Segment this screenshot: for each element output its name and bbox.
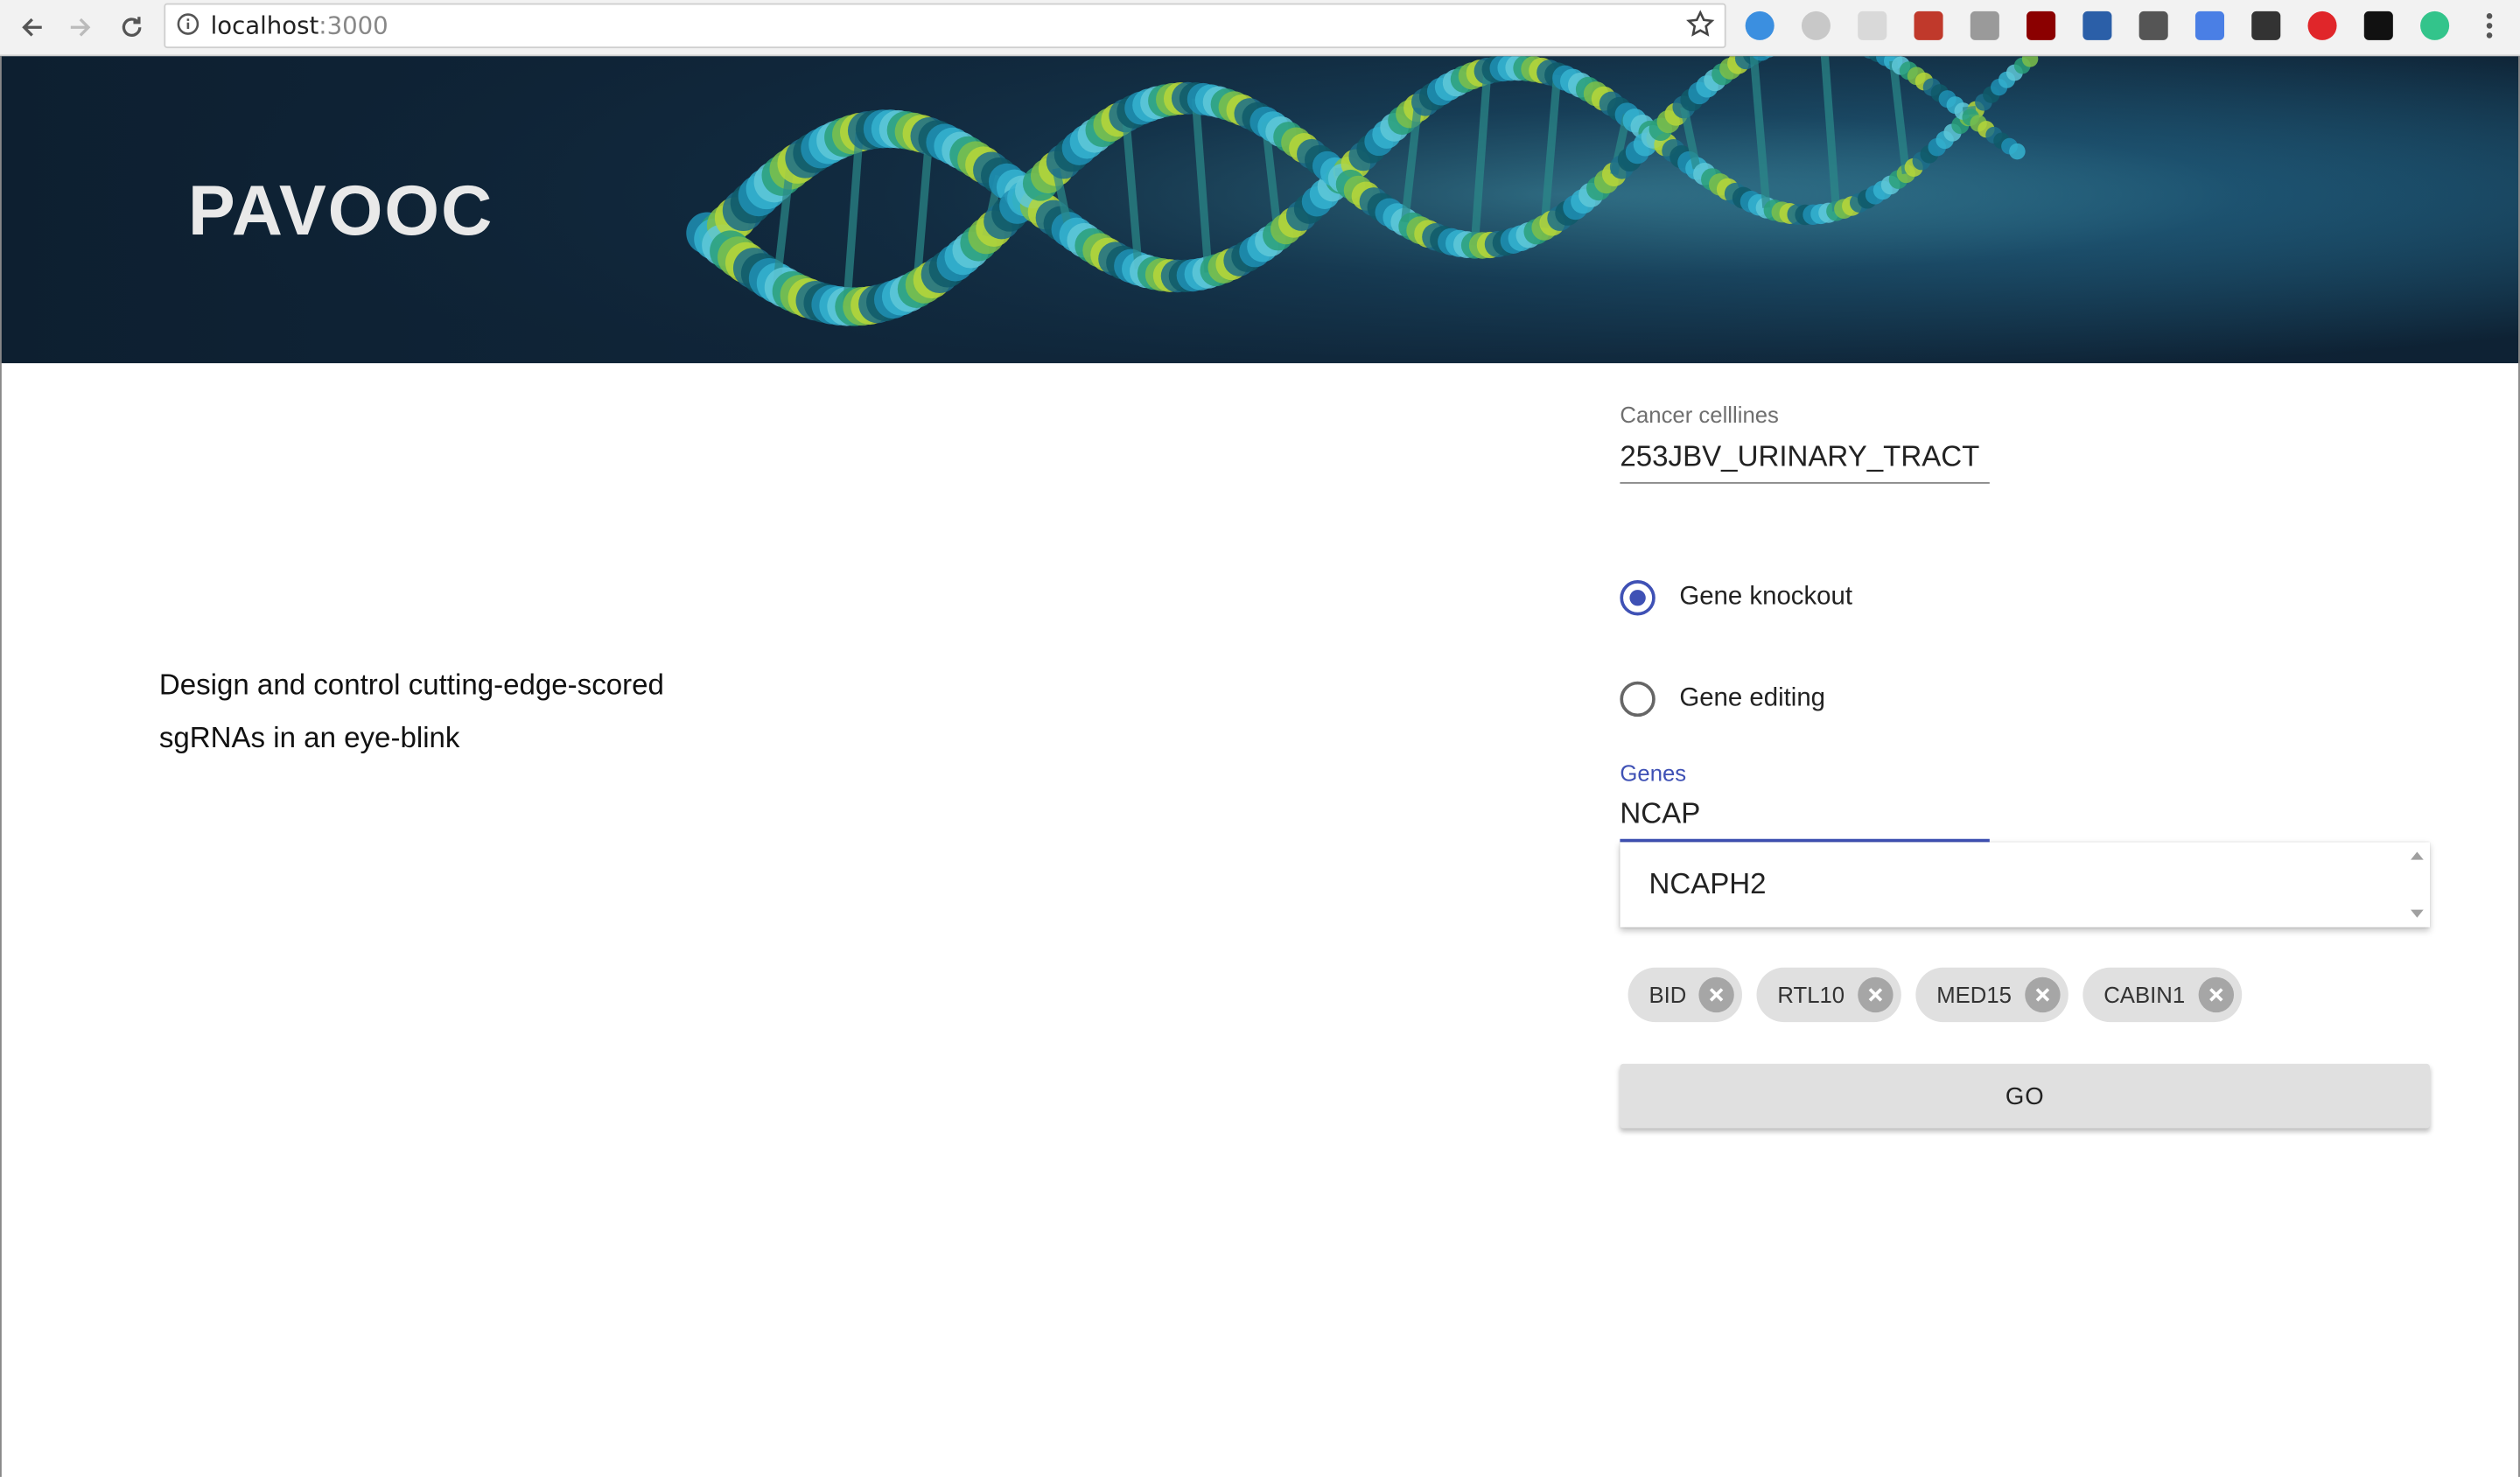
plug-icon[interactable]	[2136, 8, 2171, 43]
cellline-label: Cancer celllines	[1620, 402, 1779, 428]
gnome-icon[interactable]	[2361, 8, 2396, 43]
gene-chip-label: MED15	[1936, 982, 2012, 1008]
swirl-icon[interactable]	[1798, 8, 1833, 43]
menu-dots-icon[interactable]	[2472, 8, 2507, 43]
reload-button[interactable]	[113, 8, 151, 46]
chip-remove-icon[interactable]	[2024, 976, 2061, 1013]
page-border	[0, 56, 2, 1477]
nb-icon[interactable]	[2080, 8, 2115, 43]
forward-button[interactable]	[61, 8, 100, 46]
gene-chip-label: BID	[1648, 982, 1687, 1008]
gene-suggestion-list: NCAPH2	[1620, 842, 2431, 928]
gene-chip-label: RTL10	[1777, 982, 1845, 1008]
suggestion-scrollbar[interactable]	[2404, 842, 2430, 927]
gene-knockout-label[interactable]: Gene knockout	[1679, 584, 1852, 612]
tagline-line: sgRNAs in an eye-blink	[158, 721, 460, 754]
chip-remove-icon[interactable]	[1699, 976, 1735, 1013]
image-icon[interactable]	[1967, 8, 2002, 43]
tagline: Design and control cutting-edge-scored s…	[159, 659, 664, 765]
gene-editing-label[interactable]: Gene editing	[1679, 684, 1825, 713]
gene-editing-radio[interactable]	[1620, 681, 1656, 718]
hero-banner: PAVOOC	[0, 56, 2520, 364]
scroll-up-icon[interactable]	[2411, 851, 2424, 860]
chip-remove-icon[interactable]	[2197, 976, 2234, 1013]
genes-label: Genes	[1620, 760, 1687, 787]
chip-remove-icon[interactable]	[1857, 976, 1894, 1013]
helix-bead	[2009, 143, 2026, 160]
back-arrow-icon	[22, 18, 42, 37]
gene-chip: MED15	[1915, 967, 2068, 1023]
go-button[interactable]: GO	[1620, 1063, 2431, 1129]
back-button[interactable]	[13, 8, 52, 46]
gene-chip: BID	[1628, 967, 1743, 1023]
tagline-line: Design and control cutting-edge-scored	[158, 668, 664, 701]
gene-chip: RTL10	[1756, 967, 1901, 1023]
scroll-down-icon[interactable]	[2411, 909, 2424, 918]
vivaldi-icon[interactable]	[2305, 8, 2340, 43]
genes-input[interactable]: NCAP	[1620, 797, 1700, 831]
notes-icon[interactable]	[1855, 8, 1890, 43]
feather-icon[interactable]	[1742, 8, 1777, 43]
url-text: localhost:3000	[210, 10, 388, 40]
circle-icon[interactable]	[2417, 8, 2452, 43]
cellline-underline	[1620, 482, 1990, 484]
forward-arrow-icon	[70, 18, 91, 37]
gene-chip-label: CABIN1	[2104, 982, 2186, 1008]
info-icon[interactable]	[177, 13, 200, 44]
bulb-icon[interactable]	[2249, 8, 2284, 43]
reload-icon	[122, 17, 142, 37]
suggestion-item[interactable]: NCAPH2	[1648, 868, 1766, 902]
address-bar[interactable]: localhost:3000	[164, 3, 1726, 49]
gene-knockout-radio[interactable]	[1620, 580, 1656, 616]
cellline-select[interactable]: 253JBV_URINARY_TRACT	[1620, 440, 1979, 474]
ublock-icon[interactable]	[2023, 8, 2058, 43]
bookmark-star-icon[interactable]	[1686, 10, 1715, 46]
translate-icon[interactable]	[2192, 8, 2227, 43]
browser-toolbar: localhost:3000	[0, 0, 2520, 57]
bug-icon[interactable]	[1911, 8, 1946, 43]
app-title: PAVOOC	[187, 172, 494, 251]
gene-chip: CABIN1	[2082, 967, 2242, 1023]
